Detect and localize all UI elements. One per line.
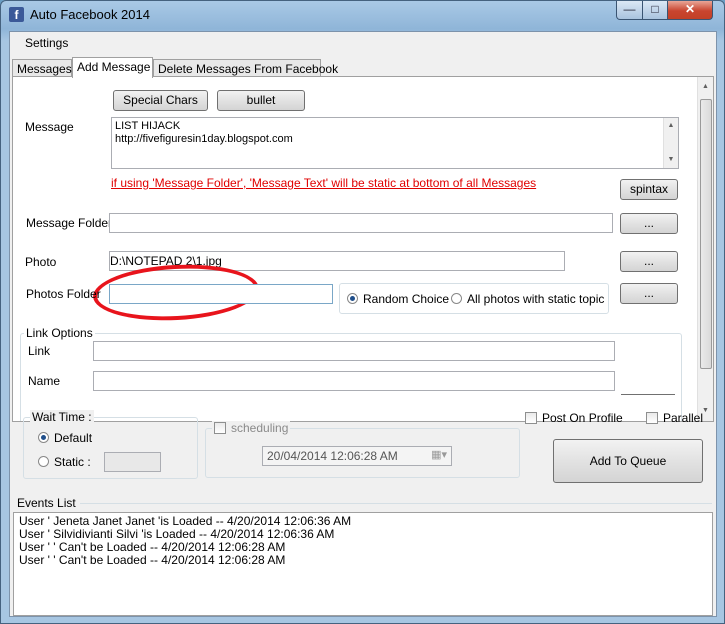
- message-label: Message: [25, 120, 74, 134]
- menu-bar: Settings: [10, 32, 716, 56]
- photo-browse-button[interactable]: ...: [620, 251, 678, 272]
- static-radio[interactable]: Static :: [38, 455, 91, 469]
- parallel-label: Parallel: [663, 411, 704, 425]
- link-label: Link: [28, 344, 51, 358]
- all-photos-label: All photos with static topic: [467, 292, 605, 306]
- name-input[interactable]: [93, 371, 615, 391]
- photos-folder-input[interactable]: [109, 284, 333, 304]
- link-options-group: Link Options Link Name: [20, 326, 682, 421]
- random-choice-label: Random Choice: [363, 292, 450, 306]
- parallel-checkbox[interactable]: Parallel: [646, 411, 703, 425]
- calendar-dropdown-icon[interactable]: ▦▾: [431, 448, 447, 461]
- radio-selected-icon: [347, 293, 358, 304]
- spintax-button[interactable]: spintax: [620, 179, 678, 200]
- photo-label: Photo: [25, 255, 57, 269]
- scroll-up-icon[interactable]: ▲: [698, 79, 713, 95]
- panel-scrollbar[interactable]: ▲ ▼: [697, 77, 713, 421]
- tab-add-message[interactable]: Add Message: [72, 57, 153, 78]
- scroll-down-icon[interactable]: ▼: [664, 152, 678, 168]
- wait-time-title: Wait Time :: [30, 410, 94, 424]
- post-on-profile-label: Post On Profile: [542, 411, 623, 425]
- maximize-button[interactable]: □: [642, 1, 668, 20]
- message-folder-browse-button[interactable]: ...: [620, 213, 678, 234]
- post-on-profile-checkbox[interactable]: Post On Profile: [525, 411, 623, 425]
- wait-time-group: Wait Time : Default Static :: [23, 410, 198, 479]
- message-folder-input[interactable]: [109, 213, 613, 233]
- static-wait-input[interactable]: [104, 452, 161, 472]
- message-line: http://fivefiguresin1day.blogspot.com: [115, 133, 293, 145]
- schedule-datetime-value: 20/04/2014 12:06:28 AM: [267, 449, 398, 463]
- close-button[interactable]: ✕: [667, 1, 713, 20]
- scheduling-label: scheduling: [231, 421, 289, 435]
- client-area: Settings Messages Add Message Delete Mes…: [9, 31, 717, 617]
- add-message-panel: Special Chars bullet Message LIST HIJACK…: [12, 76, 714, 422]
- message-folder-label: Message Folder: [26, 216, 113, 230]
- events-divider: [80, 503, 712, 504]
- menu-settings[interactable]: Settings: [25, 36, 68, 50]
- tab-delete-messages[interactable]: Delete Messages From Facebook: [153, 59, 338, 77]
- partial-button-edge: [621, 394, 675, 395]
- scheduling-group: scheduling 20/04/2014 12:06:28 AM ▦▾: [205, 421, 520, 478]
- checkbox-icon: [525, 412, 537, 424]
- radio-empty-icon: [451, 293, 462, 304]
- special-chars-button[interactable]: Special Chars: [113, 90, 208, 111]
- link-input[interactable]: [93, 341, 615, 361]
- bullet-button[interactable]: bullet: [217, 90, 305, 111]
- all-photos-radio[interactable]: All photos with static topic: [451, 292, 604, 306]
- message-line: LIST HIJACK: [115, 120, 181, 132]
- photo-mode-group: Random Choice All photos with static top…: [339, 283, 609, 314]
- default-radio[interactable]: Default: [38, 431, 92, 445]
- scrollbar-thumb[interactable]: [700, 99, 712, 369]
- window-title: Auto Facebook 2014: [30, 7, 150, 22]
- scheduling-checkbox[interactable]: scheduling: [212, 421, 291, 435]
- events-list[interactable]: User ' Jeneta Janet Janet 'is Loaded -- …: [13, 512, 713, 616]
- photos-folder-browse-button[interactable]: ...: [620, 283, 678, 304]
- title-bar[interactable]: f Auto Facebook 2014 — □ ✕: [1, 1, 724, 29]
- tab-messages[interactable]: Messages: [12, 59, 72, 77]
- checkbox-icon: [646, 412, 658, 424]
- facebook-icon: f: [9, 7, 24, 22]
- schedule-datetime-picker[interactable]: 20/04/2014 12:06:28 AM ▦▾: [262, 446, 452, 466]
- static-label: Static :: [54, 455, 91, 469]
- radio-empty-icon: [38, 456, 49, 467]
- minimize-button[interactable]: —: [616, 1, 643, 20]
- message-textarea[interactable]: LIST HIJACK http://fivefiguresin1day.blo…: [111, 117, 679, 169]
- add-to-queue-button[interactable]: Add To Queue: [553, 439, 703, 483]
- name-label: Name: [28, 374, 61, 388]
- message-folder-warning: if using 'Message Folder', 'Message Text…: [111, 176, 537, 190]
- events-list-title: Events List: [17, 496, 76, 510]
- default-label: Default: [54, 431, 93, 445]
- app-window: f Auto Facebook 2014 — □ ✕ Settings Mess…: [0, 0, 725, 624]
- random-choice-radio[interactable]: Random Choice: [347, 292, 449, 306]
- link-options-title: Link Options: [24, 326, 95, 340]
- checkbox-icon: [214, 422, 226, 434]
- photo-path-input[interactable]: D:\NOTEPAD 2\1.jpg: [109, 251, 565, 271]
- message-scrollbar[interactable]: ▲ ▼: [663, 118, 678, 168]
- scroll-up-icon[interactable]: ▲: [664, 118, 678, 134]
- photos-folder-label: Photos Folder: [26, 287, 101, 301]
- event-line: User ' ' Can't be Loaded -- 4/20/2014 12…: [19, 553, 286, 567]
- radio-selected-icon: [38, 432, 49, 443]
